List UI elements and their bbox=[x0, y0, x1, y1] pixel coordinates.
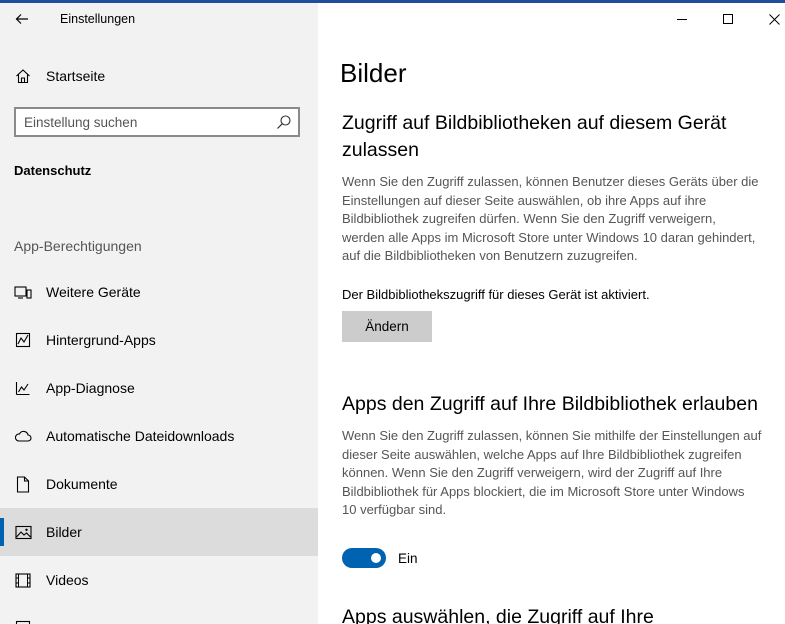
maximize-icon bbox=[723, 14, 733, 24]
group-heading-app-permissions: App-Berechtigungen bbox=[14, 238, 142, 254]
picture-icon bbox=[0, 525, 46, 540]
video-icon bbox=[0, 572, 46, 588]
settings-window: Einstellungen Startseite Datenschutz App… bbox=[0, 0, 785, 624]
minimize-button[interactable] bbox=[659, 3, 705, 35]
sidebar-item-label: App-Diagnose bbox=[46, 380, 135, 396]
section1-status: Der Bildbibliothekszugriff für dieses Ge… bbox=[342, 287, 650, 302]
section-heading-datenschutz: Datenschutz bbox=[14, 163, 92, 178]
sidebar-item-automatische-dateidownloads[interactable]: Automatische Dateidownloads bbox=[0, 412, 318, 460]
close-button[interactable] bbox=[751, 3, 785, 35]
sidebar-item-label: Videos bbox=[46, 572, 89, 588]
sidebar-item-app-diagnose[interactable]: App-Diagnose bbox=[0, 364, 318, 412]
cloud-icon bbox=[0, 429, 46, 443]
search-box[interactable] bbox=[14, 107, 300, 137]
close-icon bbox=[768, 13, 780, 25]
search-input[interactable] bbox=[24, 109, 272, 135]
sidebar-item-weitere-geraete[interactable]: Weitere Geräte bbox=[0, 268, 318, 316]
section1-description: Wenn Sie den Zugriff zulassen, können Be… bbox=[342, 174, 759, 263]
change-button[interactable]: Ändern bbox=[342, 311, 432, 342]
devices-icon bbox=[0, 284, 46, 300]
nav-home[interactable]: Startseite bbox=[0, 52, 318, 100]
background-apps-icon bbox=[0, 332, 46, 348]
section1-heading: Zugriff auf Bildbibliotheken auf diesem … bbox=[342, 112, 727, 161]
document-icon bbox=[0, 475, 46, 493]
back-button[interactable] bbox=[8, 5, 36, 33]
minimize-icon bbox=[677, 19, 687, 20]
main-content: Bilder Zugriff auf Bildbibliotheken auf … bbox=[318, 3, 785, 624]
diagnostics-icon bbox=[0, 380, 46, 396]
search-icon[interactable] bbox=[276, 114, 292, 130]
selection-indicator bbox=[0, 518, 4, 546]
sidebar: Einstellungen Startseite Datenschutz App… bbox=[0, 3, 318, 624]
sidebar-item-hintergrund-apps[interactable]: Hintergrund-Apps bbox=[0, 316, 318, 364]
access-toggle[interactable] bbox=[342, 548, 386, 568]
sidebar-item-label: Bilder bbox=[46, 524, 82, 540]
sidebar-item-label: Weitere Geräte bbox=[46, 284, 141, 300]
window-title: Einstellungen bbox=[60, 12, 136, 26]
sidebar-item-bilder[interactable]: Bilder bbox=[0, 508, 318, 556]
partial-icon bbox=[0, 620, 46, 624]
toggle-state-label: Ein bbox=[398, 551, 418, 566]
nav-home-label: Startseite bbox=[46, 68, 106, 84]
sidebar-item-label: Hintergrund-Apps bbox=[46, 332, 156, 348]
maximize-button[interactable] bbox=[705, 3, 751, 35]
page-title: Bilder bbox=[340, 58, 407, 88]
sidebar-item-label: Automatische Dateidownloads bbox=[46, 428, 235, 444]
sidebar-item-videos[interactable]: Videos bbox=[0, 556, 318, 604]
titlebar-left: Einstellungen bbox=[0, 3, 318, 35]
home-icon bbox=[0, 68, 46, 84]
sidebar-item-dokumente[interactable]: Dokumente bbox=[0, 460, 318, 508]
sidebar-item-next-partial[interactable] bbox=[0, 604, 318, 624]
section3-heading: Apps auswählen, die Zugriff auf Ihre bbox=[342, 606, 654, 624]
toggle-knob bbox=[371, 553, 381, 563]
arrow-left-icon bbox=[15, 14, 28, 24]
sidebar-item-label: Dokumente bbox=[46, 476, 118, 492]
section2-description: Wenn Sie den Zugriff zulassen, können Si… bbox=[342, 428, 762, 517]
section2-heading: Apps den Zugriff auf Ihre Bildbibliothek… bbox=[342, 393, 758, 415]
